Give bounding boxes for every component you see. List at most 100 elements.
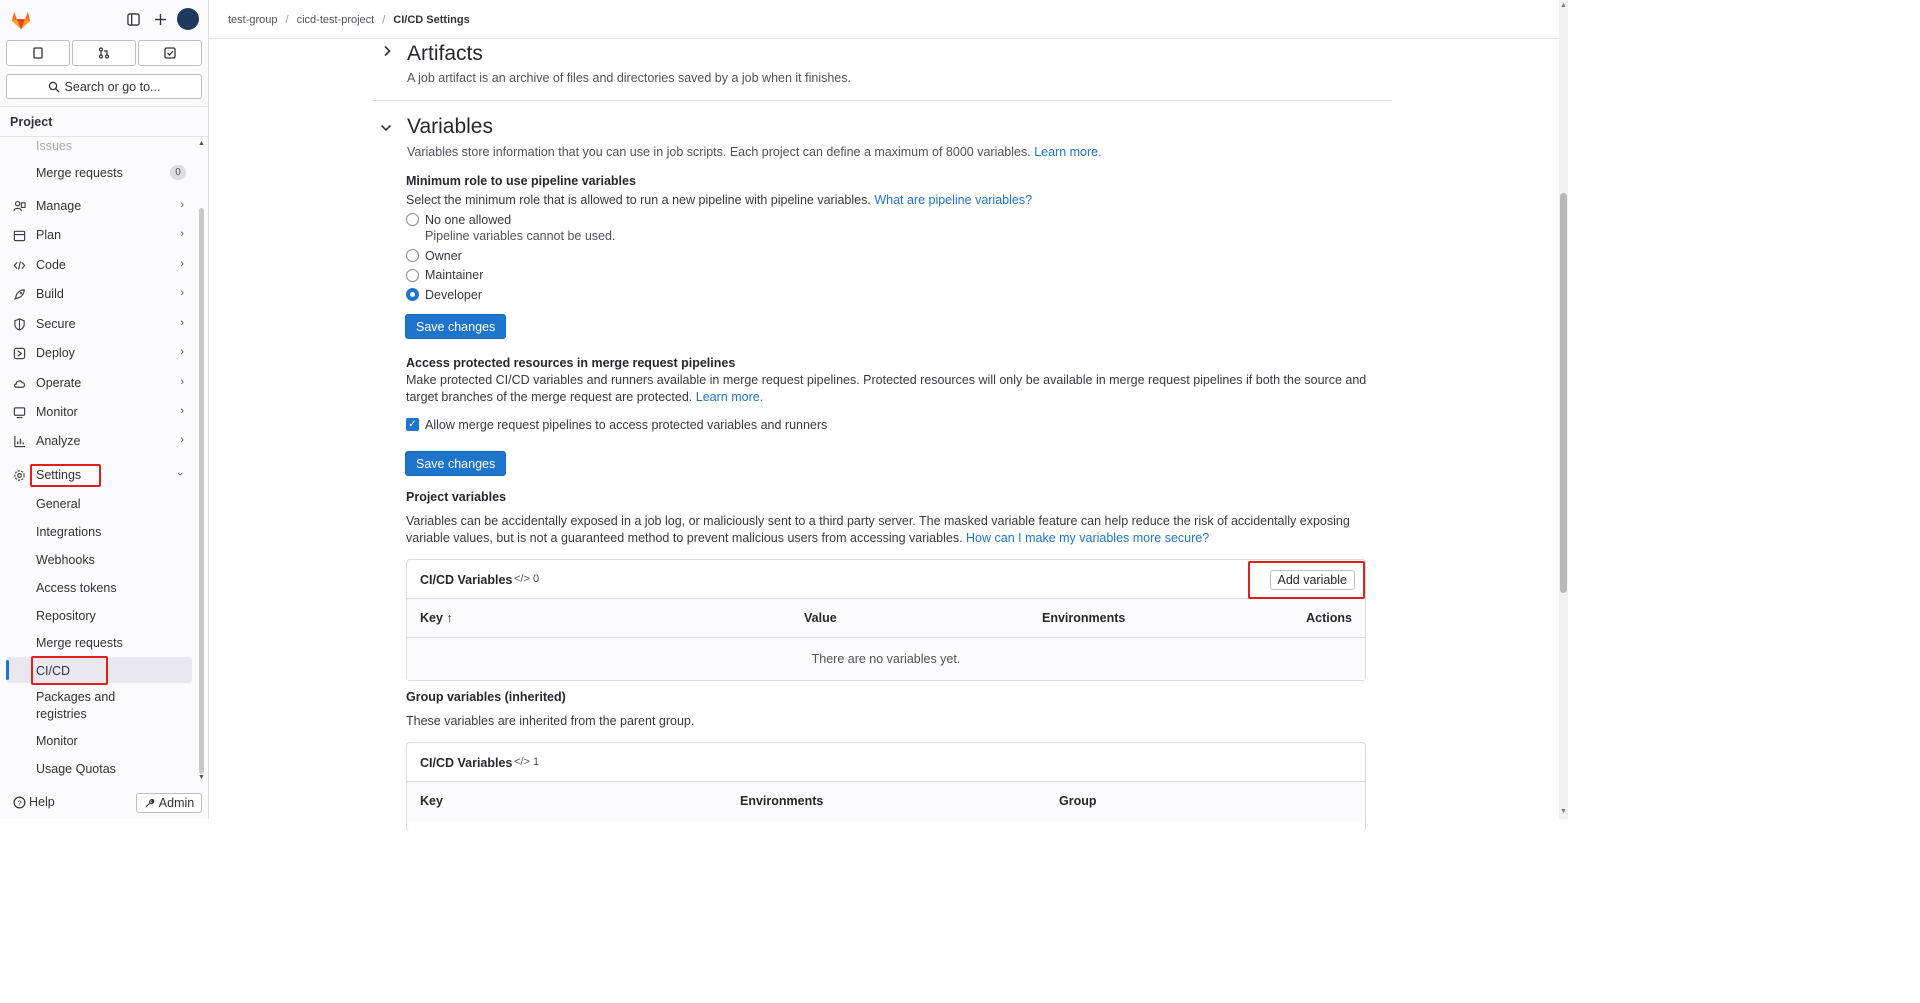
save-changes-button[interactable]: Save changes bbox=[405, 451, 507, 476]
column-key[interactable]: Key ↑ bbox=[420, 611, 453, 625]
breadcrumb-separator: / bbox=[285, 14, 289, 26]
sidebar-item-label: Plan bbox=[36, 228, 62, 242]
sidebar-sub-integrations[interactable]: Integrations bbox=[36, 525, 101, 539]
avatar[interactable] bbox=[177, 8, 199, 30]
todo-icon bbox=[164, 47, 176, 59]
page-scrollbar[interactable]: ▲ ▼ bbox=[1559, 0, 1568, 819]
radio-label[interactable]: Developer bbox=[425, 288, 482, 302]
sidebar-sub-webhooks[interactable]: Webhooks bbox=[36, 553, 95, 567]
sidebar-item-manage[interactable]: Manage › bbox=[8, 194, 194, 218]
chevron-right-icon: › bbox=[180, 346, 184, 358]
allow-protected-checkbox[interactable]: ✓ bbox=[406, 418, 419, 431]
breadcrumb-group[interactable]: test-group bbox=[228, 14, 278, 26]
issues-quick-button[interactable] bbox=[6, 40, 70, 66]
wrench-icon bbox=[145, 798, 155, 808]
sidebar-item-merge-requests[interactable]: Merge requests bbox=[36, 166, 186, 180]
chevron-right-icon[interactable] bbox=[382, 44, 392, 61]
sidebar-sub-access-tokens[interactable]: Access tokens bbox=[36, 581, 117, 595]
add-variable-button[interactable]: Add variable bbox=[1269, 570, 1355, 590]
column-key-label: Key bbox=[420, 611, 443, 625]
search-label: Search or go to... bbox=[64, 79, 161, 94]
quick-actions bbox=[6, 40, 202, 66]
sidebar-sub-cicd[interactable]: CI/CD bbox=[36, 664, 70, 678]
chevron-right-icon: › bbox=[180, 405, 184, 417]
sidebar-item-deploy[interactable]: Deploy › bbox=[8, 341, 194, 365]
chevron-down-icon[interactable] bbox=[380, 120, 392, 137]
radio-owner[interactable] bbox=[406, 249, 419, 262]
artifacts-heading[interactable]: Artifacts bbox=[407, 42, 483, 66]
learn-more-link[interactable]: Learn more. bbox=[1034, 145, 1101, 159]
project-variables-description: Variables can be accidentally exposed in… bbox=[406, 514, 1350, 528]
variables-count-value: 0 bbox=[532, 573, 540, 585]
sidebar-item-analyze[interactable]: Analyze › bbox=[8, 429, 194, 453]
radio-maintainer[interactable] bbox=[406, 269, 419, 282]
plus-icon[interactable] bbox=[151, 10, 169, 28]
chevron-right-icon: › bbox=[180, 376, 184, 388]
sidebar-sub-repository[interactable]: Repository bbox=[36, 609, 96, 623]
shield-icon bbox=[12, 317, 26, 331]
sidebar-sub-registries[interactable]: registries bbox=[36, 707, 87, 721]
merge-requests-count-badge: 0 bbox=[170, 165, 186, 180]
radio-label[interactable]: No one allowed bbox=[425, 213, 511, 227]
breadcrumb-current[interactable]: CI/CD Settings bbox=[393, 14, 469, 26]
admin-label: Admin bbox=[158, 796, 195, 810]
merge-request-icon bbox=[98, 47, 110, 59]
sidebar-toggle-icon[interactable] bbox=[124, 10, 142, 28]
scrollbar-thumb[interactable] bbox=[1560, 193, 1567, 593]
sidebar-item-monitor[interactable]: Monitor › bbox=[8, 400, 194, 424]
merge-requests-quick-button[interactable] bbox=[72, 40, 136, 66]
gitlab-logo-icon[interactable] bbox=[10, 9, 32, 31]
checkbox-label[interactable]: Allow merge request pipelines to access … bbox=[425, 418, 827, 432]
pipeline-variables-link[interactable]: What are pipeline variables? bbox=[874, 193, 1032, 207]
scroll-up-icon[interactable]: ▲ bbox=[198, 140, 205, 147]
sidebar-sub-monitor[interactable]: Monitor bbox=[36, 734, 78, 748]
column-environments: Environments bbox=[740, 794, 824, 808]
todos-quick-button[interactable] bbox=[138, 40, 202, 66]
sidebar-item-code[interactable]: Code › bbox=[8, 253, 194, 277]
scroll-up-icon[interactable]: ▲ bbox=[1560, 2, 1567, 9]
sidebar-item-operate[interactable]: Operate › bbox=[8, 371, 194, 395]
secure-variables-link[interactable]: How can I make my variables more secure? bbox=[966, 531, 1209, 545]
sidebar-item-build[interactable]: Build › bbox=[8, 282, 194, 306]
code-icon bbox=[12, 258, 26, 272]
project-variables-description: variable values, but is not a guaranteed… bbox=[406, 531, 1209, 545]
protected-resources-description-text: target branches of the merge request are… bbox=[406, 390, 693, 404]
help-button[interactable]: ? Help bbox=[13, 795, 55, 809]
radio-no-one-allowed[interactable] bbox=[406, 213, 419, 226]
breadcrumb-project[interactable]: cicd-test-project bbox=[297, 14, 375, 26]
scroll-down-icon[interactable]: ▼ bbox=[198, 774, 205, 781]
sidebar-item-label: Code bbox=[36, 258, 66, 272]
sidebar-item-label: Secure bbox=[36, 317, 76, 331]
sidebar-item-plan[interactable]: Plan › bbox=[8, 223, 194, 247]
variables-heading[interactable]: Variables bbox=[407, 115, 493, 139]
sidebar-item-secure[interactable]: Secure › bbox=[8, 312, 194, 336]
scroll-down-icon[interactable]: ▼ bbox=[1560, 808, 1567, 815]
radio-developer[interactable] bbox=[406, 288, 419, 301]
project-variables-card: CI/CD Variables </> 0 Add variable Key ↑… bbox=[406, 559, 1366, 681]
sidebar-scrollbar[interactable] bbox=[199, 208, 204, 774]
card-header: CI/CD Variables </> 0 Add variable bbox=[407, 560, 1365, 599]
search-icon bbox=[48, 81, 60, 92]
arrow-up-icon: ↑ bbox=[446, 611, 453, 625]
artifacts-description: A job artifact is an archive of files an… bbox=[407, 71, 851, 85]
code-icon: </> bbox=[514, 573, 530, 585]
sidebar-sub-merge-requests[interactable]: Merge requests bbox=[36, 636, 123, 650]
sidebar-sub-usage-quotas[interactable]: Usage Quotas bbox=[36, 762, 116, 776]
search-button[interactable]: Search or go to... bbox=[6, 74, 202, 99]
radio-label[interactable]: Owner bbox=[425, 249, 462, 263]
sidebar-sub-packages[interactable]: Packages and bbox=[36, 690, 115, 704]
table-header: Key ↑ Value Environments Actions bbox=[407, 599, 1365, 638]
sidebar-sub-general[interactable]: General bbox=[36, 497, 80, 511]
sidebar-item-label: Manage bbox=[36, 199, 82, 213]
admin-button[interactable]: Admin bbox=[136, 793, 202, 813]
learn-more-link[interactable]: Learn more. bbox=[696, 390, 763, 404]
sidebar-item-settings[interactable]: Settings › bbox=[8, 463, 194, 487]
protected-resources-description: Make protected CI/CD variables and runne… bbox=[406, 373, 1367, 387]
column-key: Key bbox=[420, 794, 443, 808]
save-changes-button[interactable]: Save changes bbox=[405, 314, 507, 339]
sidebar-item-label: Deploy bbox=[36, 346, 75, 360]
sidebar-item-issues[interactable]: Issues bbox=[36, 139, 72, 153]
empty-state: There are no variables yet. bbox=[407, 638, 1365, 680]
protected-resources-title: Access protected resources in merge requ… bbox=[406, 356, 736, 370]
radio-label[interactable]: Maintainer bbox=[425, 268, 483, 282]
